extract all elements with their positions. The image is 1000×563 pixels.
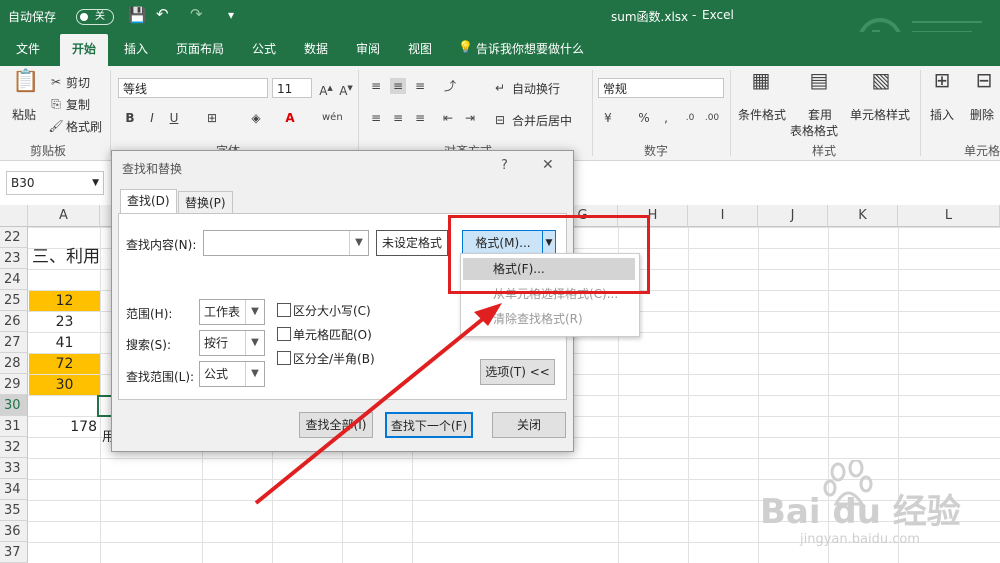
baidu-watermark: Bai du 经验 jingyan.baidu.com xyxy=(760,460,1000,560)
watermark-url: jingyan.baidu.com xyxy=(800,532,920,547)
watermark-brand: Bai du 经验 xyxy=(760,492,961,532)
